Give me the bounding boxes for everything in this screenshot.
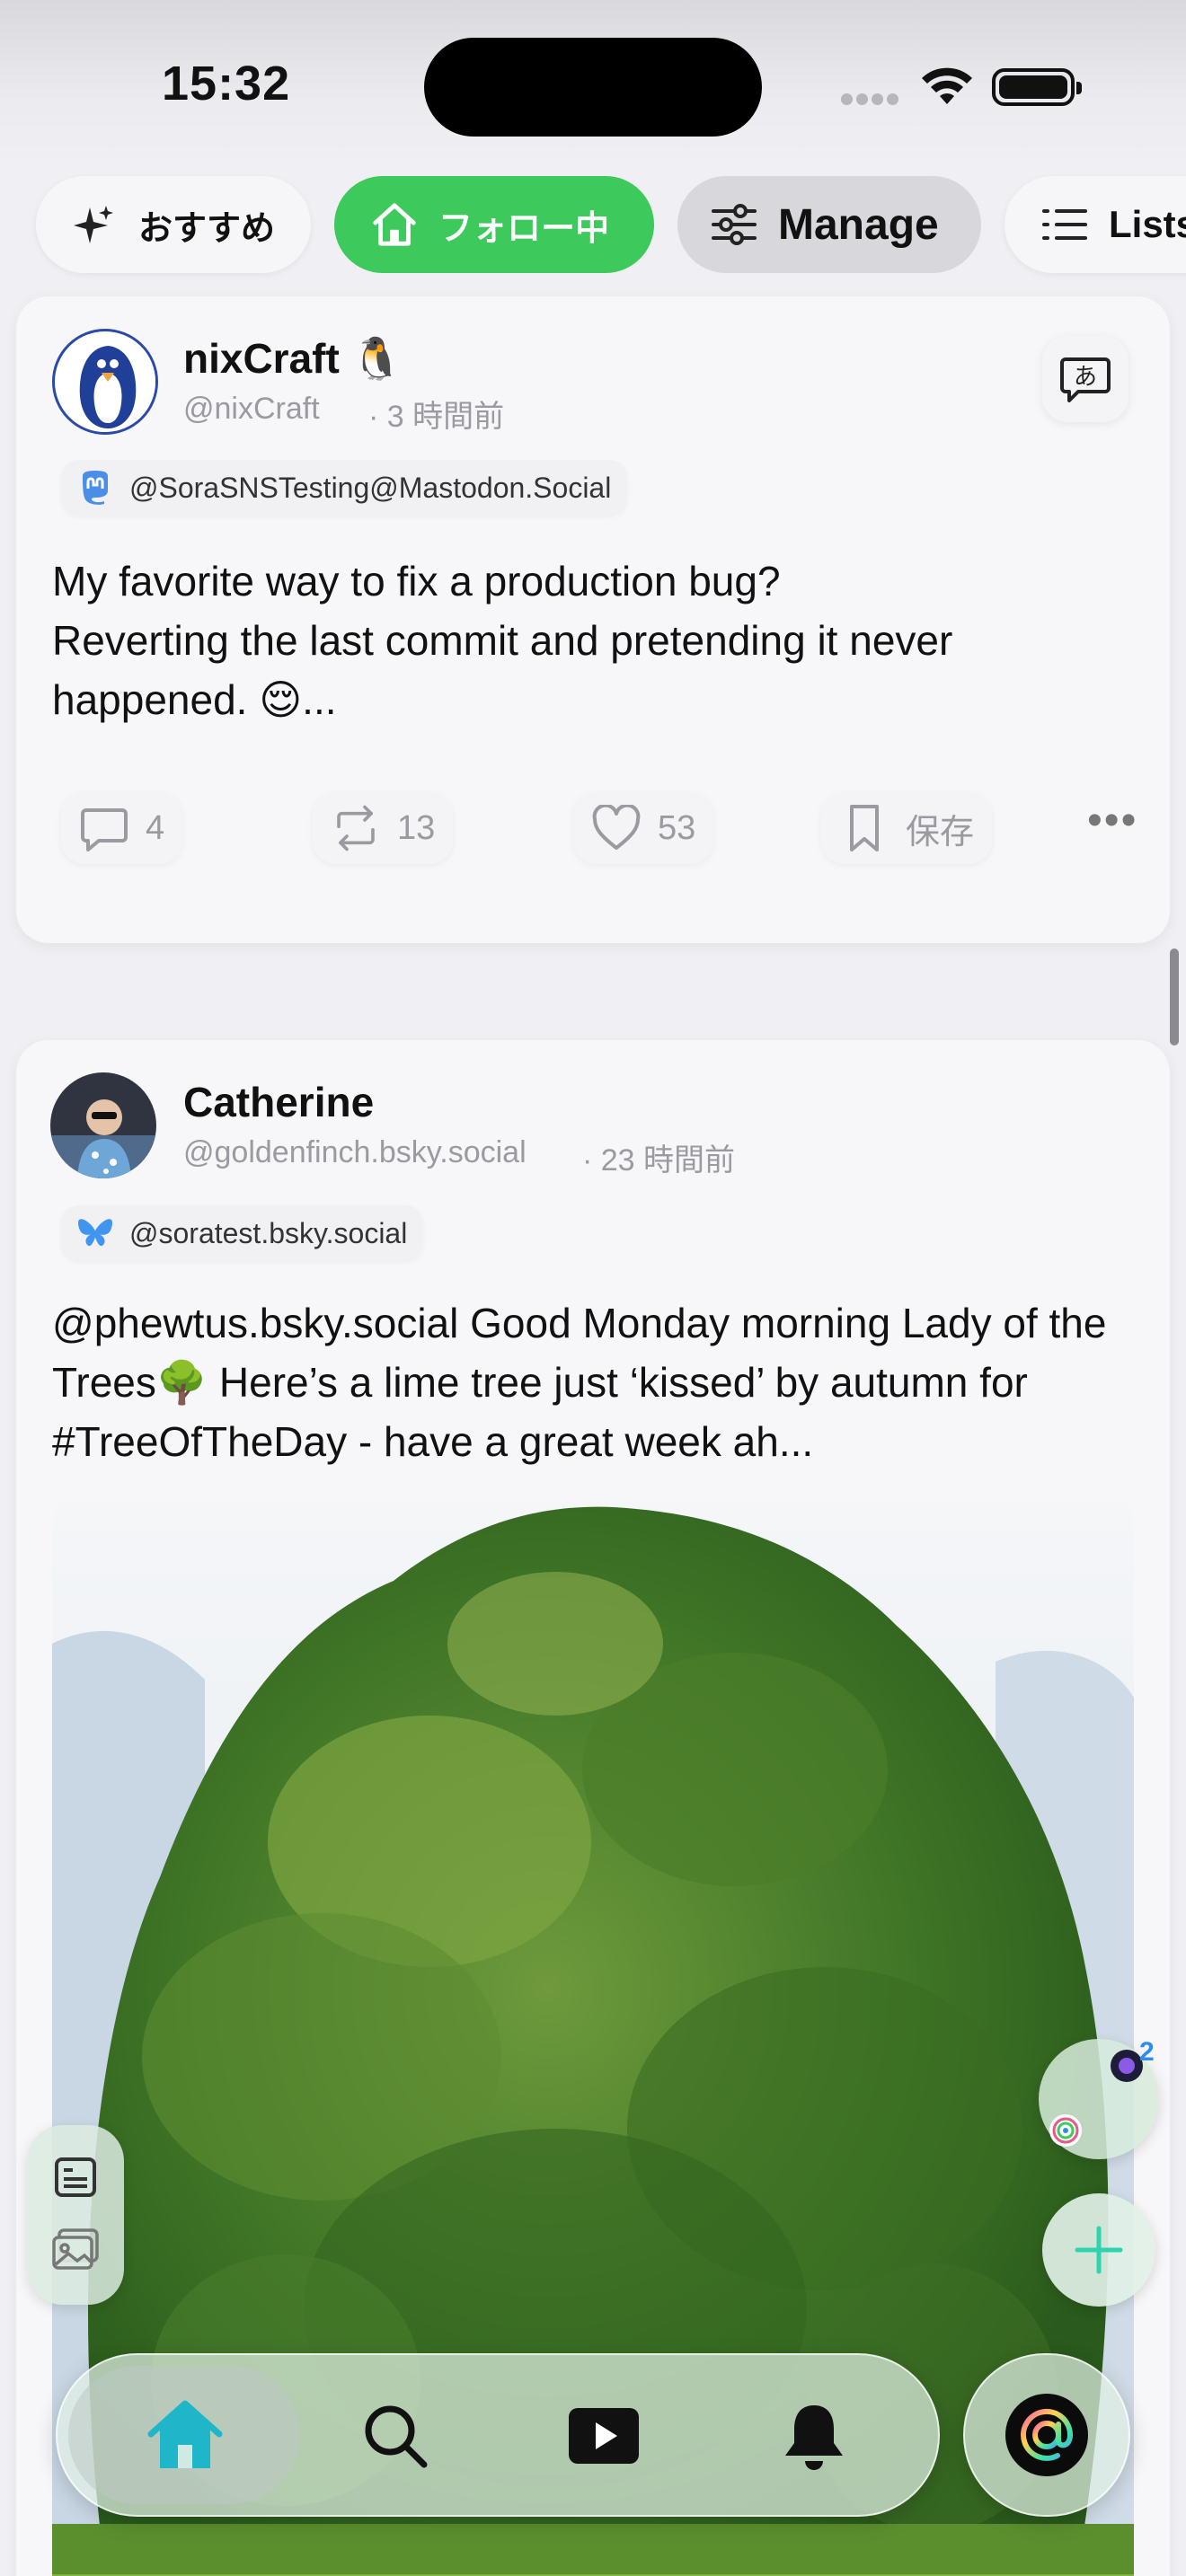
post-time: · 23 時間前 [582, 1143, 736, 1178]
battery-icon [992, 68, 1082, 106]
sparkle-icon [70, 200, 119, 249]
mentions-button[interactable] [963, 2353, 1130, 2517]
cellular-signal-icon [841, 93, 904, 106]
at-sign-icon [1005, 2394, 1088, 2476]
bottom-tab-bar [56, 2353, 940, 2517]
heart-icon [591, 803, 642, 853]
svg-text:あ: あ [1074, 364, 1097, 391]
text-view-icon[interactable] [50, 2152, 101, 2202]
display-name[interactable]: nixCraft 🐧 [183, 334, 403, 384]
post-text[interactable]: @phewtus.bsky.social Good Monday morning… [52, 1293, 1157, 1471]
account-chip-label: @SoraSNSTesting@Mastodon.Social [129, 471, 612, 504]
post-card[interactable]: Catherine @goldenfinch.bsky.social · 23 … [16, 1040, 1170, 2576]
translate-icon: あ [1060, 357, 1111, 402]
timeline-filter-tabs: おすすめ フォロー中 Manage Lists [0, 176, 1186, 277]
repost-count: 13 [397, 808, 436, 847]
status-time: 15:32 [162, 57, 291, 110]
play-video-icon [569, 2408, 639, 2464]
post-text[interactable]: My favorite way to fix a production bug?… [52, 551, 1130, 729]
reply-button[interactable]: 4 [61, 792, 183, 864]
search-tab[interactable] [350, 2391, 440, 2481]
tab-label: Manage [778, 200, 939, 249]
post-time: · 3 時間前 [368, 400, 505, 434]
handle[interactable]: @goldenfinch.bsky.social [183, 1135, 527, 1170]
post-card[interactable]: nixCraft 🐧 @nixCraft · 3 時間前 あ @SoraSNST… [16, 296, 1170, 943]
home-tab[interactable] [140, 2391, 230, 2481]
view-mode-switcher [27, 2125, 124, 2305]
scroll-indicator [1170, 948, 1179, 1045]
account-chip-label: @soratest.bsky.social [129, 1216, 408, 1249]
compose-button[interactable] [1042, 2193, 1155, 2307]
repost-icon [331, 803, 381, 853]
handle[interactable]: @nixCraft [183, 392, 320, 427]
reply-icon [79, 803, 129, 853]
account-count-badge: 2 [1139, 2037, 1155, 2067]
sliders-icon [710, 200, 758, 249]
save-button[interactable]: 保存 [821, 792, 993, 864]
status-bar: 15:32 [0, 0, 1186, 171]
tab-manage[interactable]: Manage [677, 176, 981, 273]
wifi-icon [922, 67, 972, 104]
like-button[interactable]: 53 [573, 792, 714, 864]
tab-recommended[interactable]: おすすめ [36, 176, 311, 273]
tab-label: フォロー中 [438, 209, 610, 248]
tab-label: おすすめ [138, 209, 276, 248]
avatar[interactable] [52, 329, 158, 435]
home-icon [147, 2400, 223, 2468]
video-tab[interactable] [559, 2391, 649, 2481]
mastodon-icon [77, 470, 113, 506]
plus-icon [1075, 2226, 1123, 2274]
bookmark-icon [839, 803, 890, 853]
search-icon [365, 2405, 428, 2468]
repost-button[interactable]: 13 [313, 792, 454, 864]
reply-count: 4 [146, 808, 165, 847]
list-icon [1040, 200, 1089, 249]
bell-icon [785, 2405, 843, 2470]
tab-lists[interactable]: Lists [1005, 176, 1186, 273]
tab-label: Lists [1109, 203, 1186, 245]
tab-following[interactable]: フォロー中 [334, 176, 654, 273]
like-count: 53 [658, 808, 696, 847]
media-view-icon[interactable] [50, 2224, 101, 2274]
account-chip[interactable]: @SoraSNSTesting@Mastodon.Social [61, 460, 628, 516]
bluesky-butterfly-icon [77, 1215, 113, 1251]
translate-button[interactable]: あ [1042, 336, 1128, 422]
display-name[interactable]: Catherine [183, 1078, 374, 1126]
account-chip[interactable]: @soratest.bsky.social [61, 1205, 424, 1261]
more-options-button[interactable]: ••• [1087, 796, 1137, 845]
avatar[interactable] [50, 1072, 156, 1178]
save-label: 保存 [906, 813, 975, 851]
notifications-tab[interactable] [769, 2391, 859, 2481]
home-icon [370, 200, 419, 249]
dynamic-island [424, 38, 762, 137]
